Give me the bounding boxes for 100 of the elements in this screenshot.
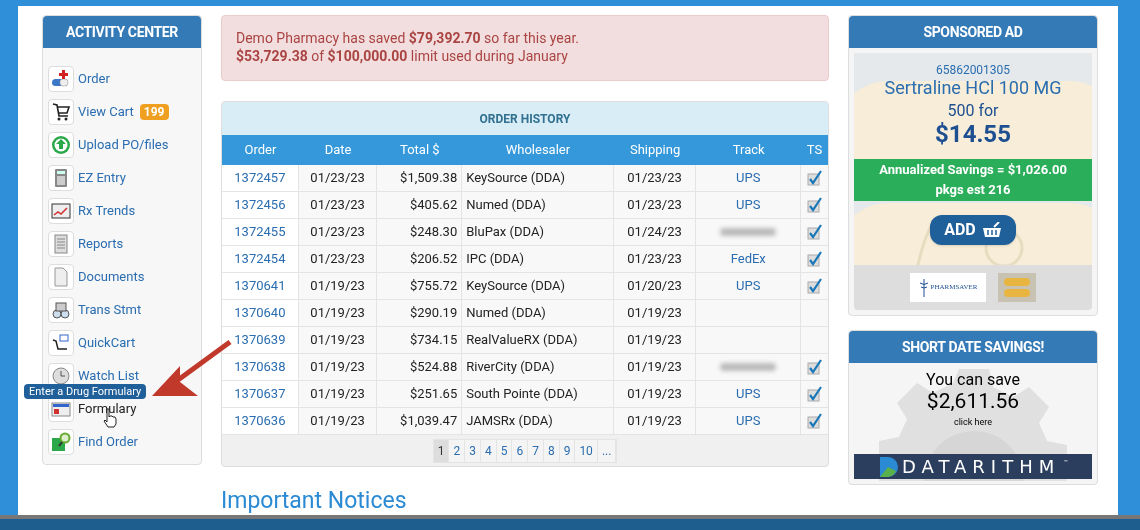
table-cell-text: Numed (DDA) xyxy=(466,304,546,323)
quantity-label: 500 for xyxy=(947,101,999,121)
table-cell-text: 01/19/23 xyxy=(627,304,682,323)
table-cell-text: 01/23/23 xyxy=(310,223,365,242)
page-link[interactable]: 6 xyxy=(512,439,529,462)
page-link[interactable]: 3 xyxy=(465,439,481,462)
table-cell-text: $206.52 xyxy=(409,250,458,269)
tracking-link[interactable]: UPS xyxy=(736,195,761,215)
page-link[interactable]: 1 xyxy=(433,439,450,462)
page-link[interactable]: 9 xyxy=(559,439,576,462)
capsule-icon[interactable] xyxy=(50,68,72,90)
page-link[interactable]: 5 xyxy=(496,439,513,462)
column-header: Track xyxy=(731,141,766,160)
menu-link[interactable]: Watch List xyxy=(78,366,139,386)
menu-link[interactable]: Reports xyxy=(78,234,124,254)
alert-text: $53,729.38 of $100,000.00 limit used during January xyxy=(236,47,569,65)
panel-title: SHORT DATE SAVINGS! xyxy=(849,331,1097,363)
panel-title: ORDER HISTORY xyxy=(222,102,828,135)
blurred-text xyxy=(720,228,777,236)
blurred-text xyxy=(720,363,777,371)
column-header: Order xyxy=(243,141,278,160)
checked-checkbox-icon xyxy=(806,386,823,402)
column-header: Total $ xyxy=(399,141,441,160)
table-cell-text: 01/19/23 xyxy=(310,277,365,296)
tracking-link[interactable]: FedEx xyxy=(730,249,766,269)
page-link[interactable]: 4 xyxy=(480,439,497,462)
table-cell-text: 01/23/23 xyxy=(627,196,682,215)
menu-link[interactable]: Rx Trends xyxy=(78,201,136,221)
clock-icon[interactable] xyxy=(50,365,72,387)
page-link[interactable]: 2 xyxy=(449,439,466,462)
brand-name: DATARITHM xyxy=(902,457,1061,476)
table-cell-text: 01/19/23 xyxy=(310,331,365,350)
table-cell-text: KeySource (DDA) xyxy=(466,277,566,296)
page-link[interactable]: 8 xyxy=(543,439,560,462)
chart-icon[interactable] xyxy=(50,200,72,222)
table-cell-text: 01/19/23 xyxy=(627,412,682,431)
table-cell-text: 01/19/23 xyxy=(310,412,365,431)
table-cell-text: RiverCity (DDA) xyxy=(466,358,555,377)
table-cell-text: 01/23/23 xyxy=(310,169,365,188)
menu-link[interactable]: Trans Stmt xyxy=(78,300,142,320)
checked-checkbox-icon xyxy=(806,278,823,294)
checked-checkbox-icon xyxy=(806,170,823,186)
price-label: $14.55 xyxy=(935,121,1011,147)
column-header: Date xyxy=(323,141,353,160)
menu-link[interactable]: Documents xyxy=(78,267,145,287)
tracking-link[interactable]: UPS xyxy=(736,411,761,431)
table-cell-text: RealValueRX (DDA) xyxy=(466,331,578,350)
table-cell-text: $251.65 xyxy=(409,385,458,404)
savings-amount: $2,611.56 xyxy=(926,389,1020,413)
table-cell-text: 01/23/23 xyxy=(627,250,682,269)
panel-title: SPONSORED AD xyxy=(849,16,1097,48)
table-cell-text: $1,509.38 xyxy=(400,169,458,188)
table-cell-text: 01/20/23 xyxy=(627,277,682,296)
menu-link[interactable]: View Cart xyxy=(78,102,134,122)
table-cell-text: KeySource (DDA) xyxy=(466,169,566,188)
page-link[interactable]: ... xyxy=(597,439,617,462)
menu-link[interactable]: QuickCart xyxy=(78,333,136,353)
table-cell-text: 01/24/23 xyxy=(627,223,682,242)
table-cell-text: 01/23/23 xyxy=(627,169,682,188)
table-cell-text: 01/19/23 xyxy=(310,304,365,323)
product-name: Sertraline HCl 100 MG xyxy=(884,77,1062,99)
tooltip: Enter a Drug Formulary xyxy=(24,384,147,399)
checked-checkbox-icon xyxy=(806,359,823,375)
packages-text: pkgs est 216 xyxy=(935,181,1011,199)
table-cell-text: Numed (DDA) xyxy=(466,196,546,215)
checked-checkbox-icon xyxy=(806,413,823,429)
tracking-link[interactable]: UPS xyxy=(736,168,761,188)
click-here-link[interactable]: click here xyxy=(953,416,993,430)
checked-checkbox-icon xyxy=(806,224,823,240)
panel-title: ACTIVITY CENTER xyxy=(43,16,201,48)
binoculars-icon[interactable] xyxy=(50,299,72,321)
menu-link[interactable]: Formulary xyxy=(78,399,137,419)
upload-icon[interactable] xyxy=(50,134,72,156)
page-link[interactable]: 7 xyxy=(528,439,544,462)
table-cell-text: $1,039.47 xyxy=(400,412,458,431)
tracking-link[interactable]: UPS xyxy=(736,384,761,404)
table-cell-text: $290.19 xyxy=(409,304,458,323)
menu-link[interactable]: EZ Entry xyxy=(78,168,126,188)
promo-text: You can save xyxy=(926,371,1020,389)
table-cell-text: $248.30 xyxy=(409,223,458,242)
page-link[interactable]: 10 xyxy=(575,439,598,462)
table-cell-text: 01/19/23 xyxy=(627,385,682,404)
magnifier-icon[interactable] xyxy=(50,431,72,453)
table-cell-text: BluPax (DDA) xyxy=(466,223,544,242)
table-cell-text: South Pointe (DDA) xyxy=(466,385,578,404)
table-cell-text: $524.88 xyxy=(409,358,458,377)
section-heading: Important Notices xyxy=(221,487,407,515)
table-cell-text: 01/19/23 xyxy=(310,358,365,377)
column-header: TS xyxy=(805,141,824,160)
checked-checkbox-icon xyxy=(806,251,823,267)
menu-link[interactable]: Find Order xyxy=(78,432,138,452)
add-button[interactable]: ADD xyxy=(930,215,1016,245)
table-cell-text: $734.15 xyxy=(409,331,458,350)
cart-icon[interactable] xyxy=(50,101,72,123)
tracking-link[interactable]: UPS xyxy=(736,276,761,296)
product-code: 65862001305 xyxy=(935,63,1011,77)
menu-link[interactable]: Order xyxy=(78,69,110,89)
table-cell-text: 01/19/23 xyxy=(627,358,682,377)
alert-text: Demo Pharmacy has saved $79,392.70 so far this year. xyxy=(236,29,580,47)
menu-link[interactable]: Upload PO/files xyxy=(78,135,169,155)
